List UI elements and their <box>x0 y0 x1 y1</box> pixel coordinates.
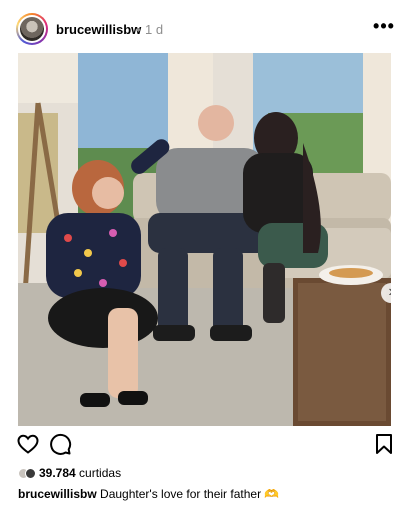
separator-dot: • <box>136 22 141 37</box>
likes-count: 39.784 <box>39 466 76 480</box>
profile-avatar[interactable] <box>16 13 48 45</box>
more-options-icon[interactable]: ••• <box>372 17 396 38</box>
photo-illustration <box>18 53 391 426</box>
comment-icon[interactable] <box>48 432 72 456</box>
post-photo[interactable]: › <box>18 53 391 426</box>
heart-icon[interactable] <box>16 432 40 456</box>
caption-username[interactable]: brucewillisbw <box>18 487 97 501</box>
username-link[interactable]: brucewillisbw <box>56 22 141 37</box>
avatar-border <box>18 15 46 43</box>
likes-text: 39.784 curtidas <box>39 466 121 480</box>
liker-avatars <box>18 466 38 480</box>
liker-avatar <box>25 468 36 479</box>
post-time: 1 d <box>145 22 164 37</box>
caption-text: Daughter's love for their father 🫶 <box>100 487 280 501</box>
avatar-photo <box>20 17 44 41</box>
action-bar <box>0 432 414 460</box>
bookmark-icon[interactable] <box>372 432 396 456</box>
likes-label: curtidas <box>79 466 122 480</box>
post-header: brucewillisbw • 1 d ••• <box>0 0 414 56</box>
post-caption: brucewillisbw Daughter's love for their … <box>18 487 279 501</box>
